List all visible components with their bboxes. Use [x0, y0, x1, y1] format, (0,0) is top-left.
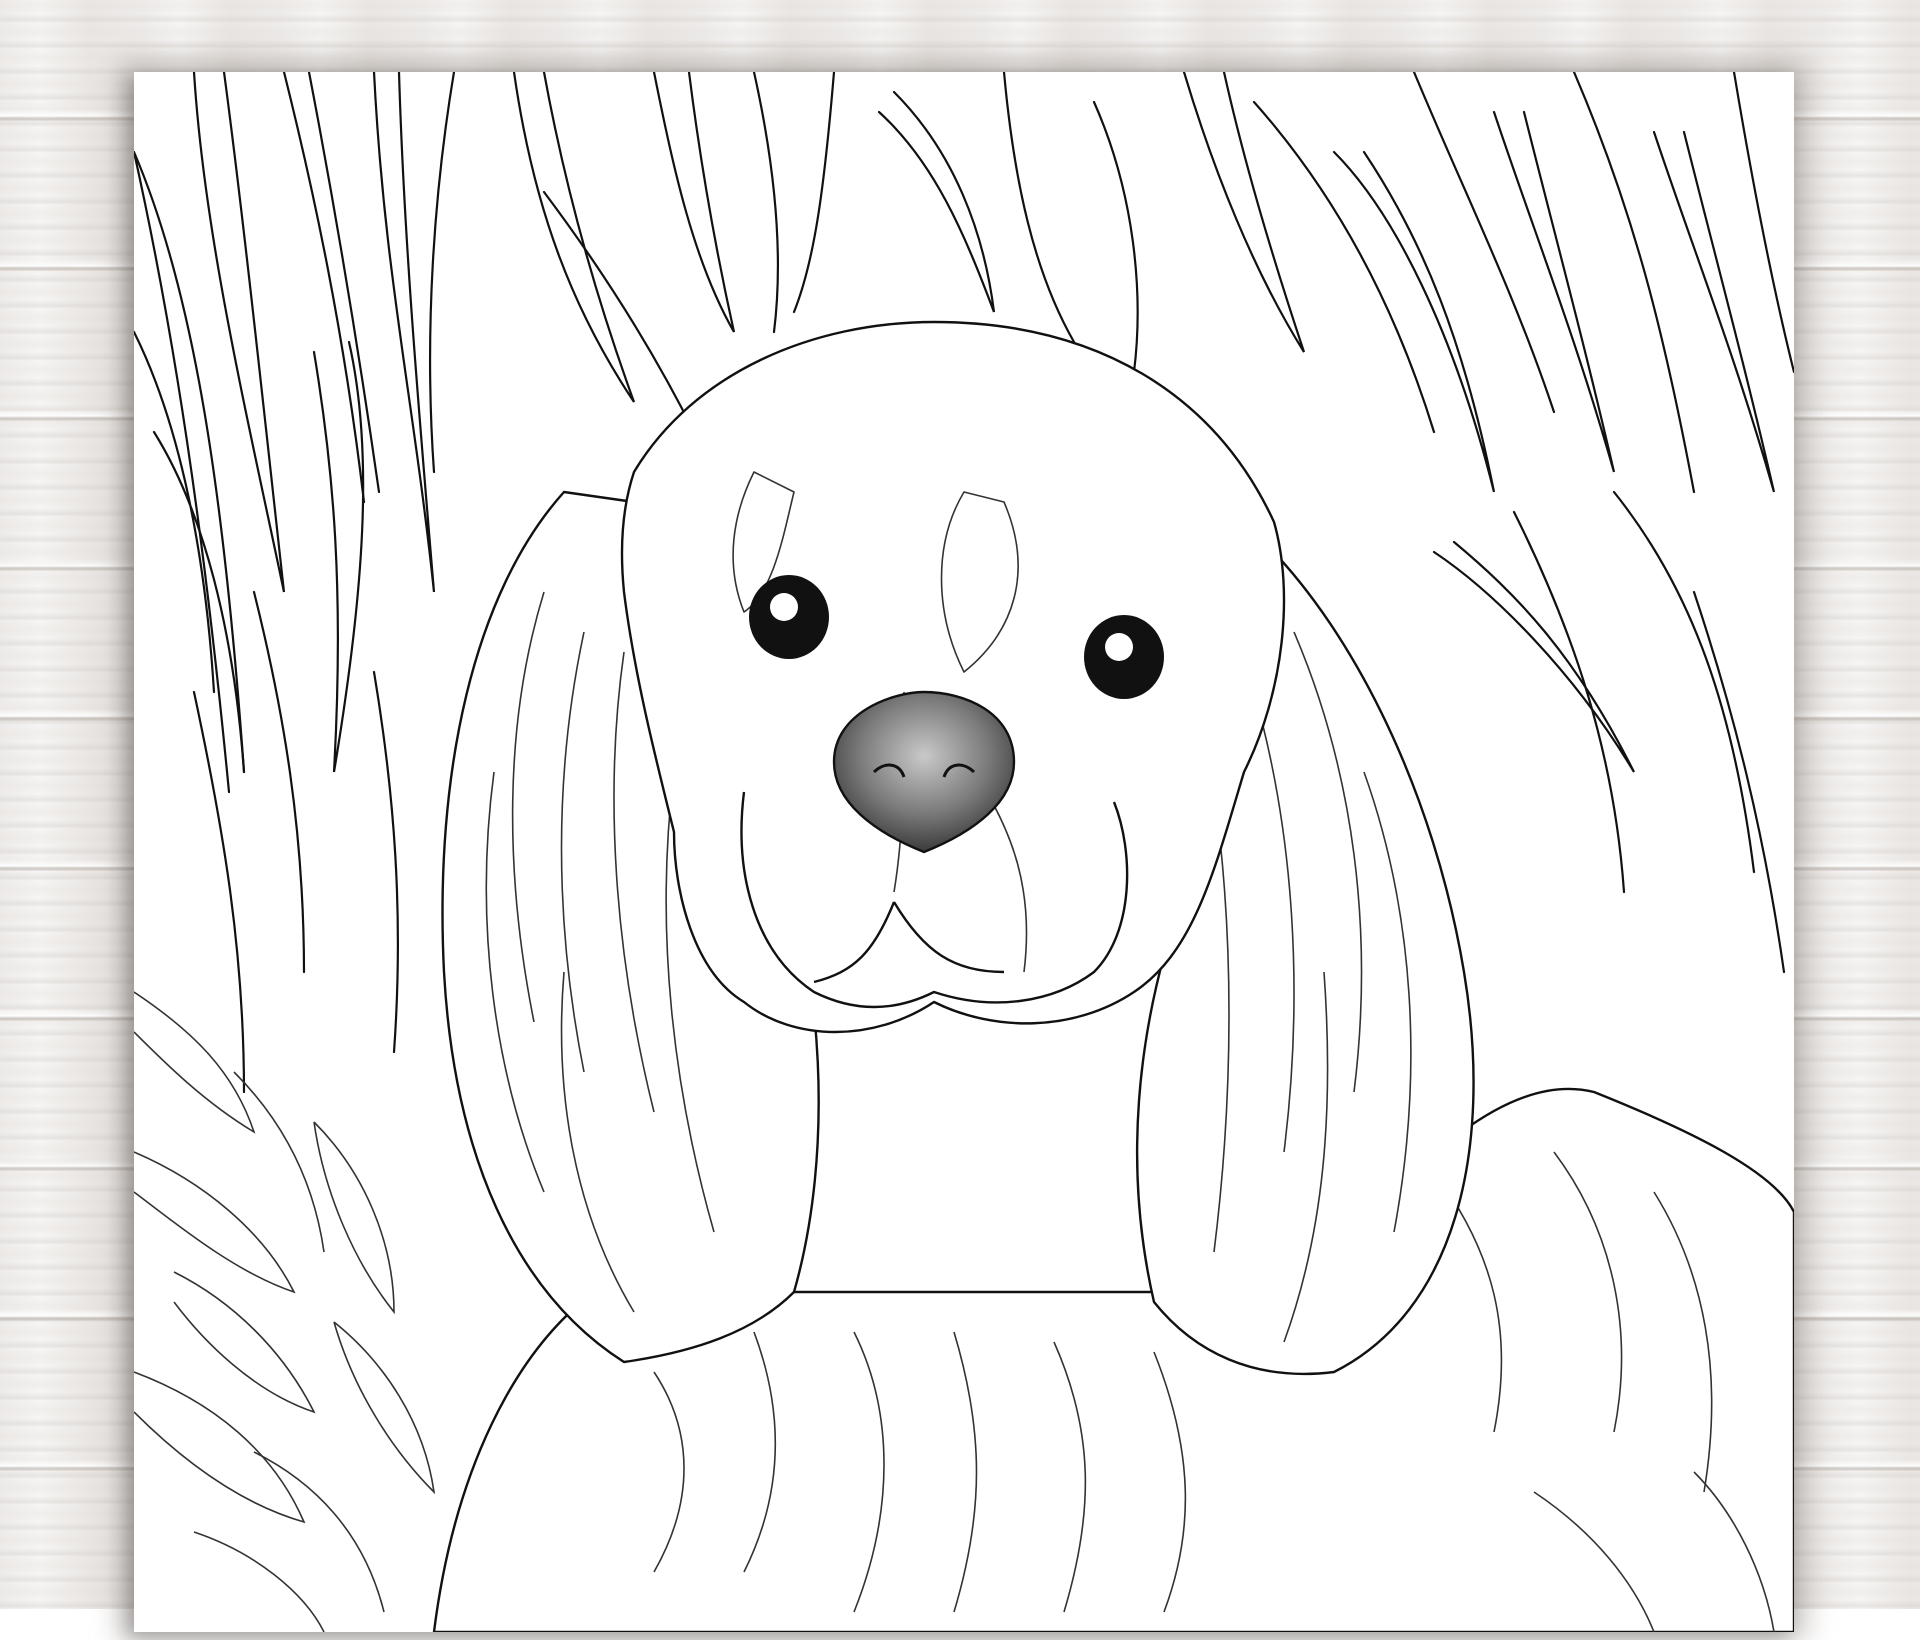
coloring-page-illustration — [134, 72, 1794, 1632]
dog — [432, 320, 1794, 1632]
dog-head — [620, 320, 1286, 1034]
foliage — [134, 991, 436, 1632]
coloring-page — [134, 72, 1794, 1632]
